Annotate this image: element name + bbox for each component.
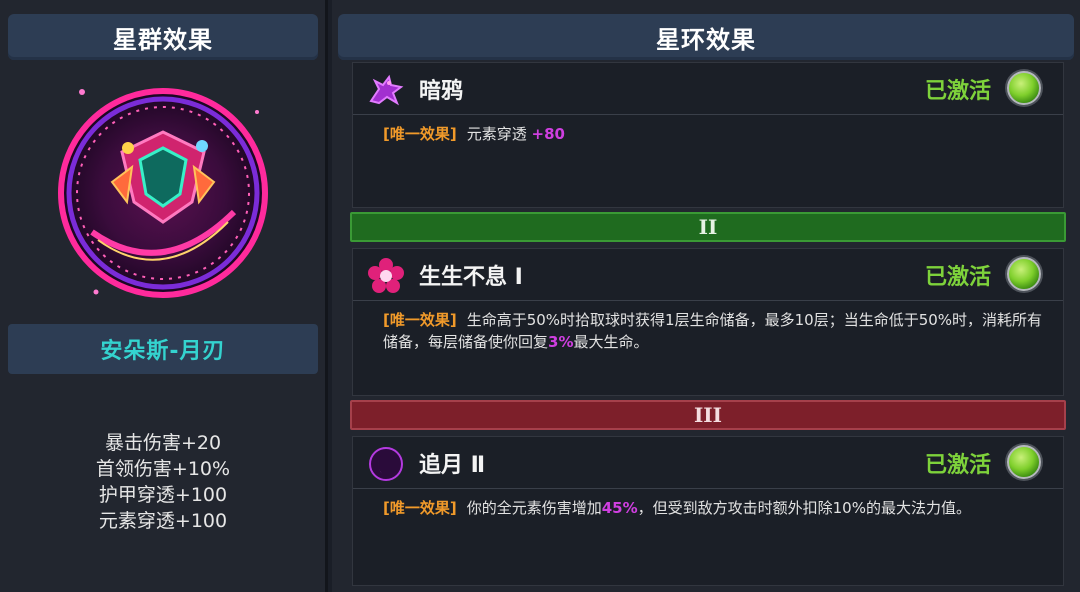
effect-name: 暗鸦 <box>419 79 464 104</box>
desc-highlight: 45% <box>601 499 638 517</box>
effect-status: 已激活 <box>924 79 991 104</box>
raven-icon <box>369 74 404 106</box>
stat-line: 暴击伤害+20 <box>104 432 222 454</box>
unique-effect-tag: [唯一效果] <box>383 311 457 329</box>
stat-line: 首领伤害+10% <box>95 458 231 480</box>
effect-name: 生生不息 Ⅰ <box>419 265 523 290</box>
constellation-emblem-icon[interactable] <box>52 82 274 304</box>
effect-card-header: 追月 Ⅱ 已激活 <box>353 437 1063 489</box>
desc-text: 最大生命。 <box>573 333 649 351</box>
effect-card-raven[interactable]: 暗鸦 已激活 [唯一效果] 元素穿透 +80 <box>352 62 1064 208</box>
active-orb-icon <box>1007 445 1041 479</box>
unique-effect-tag: [唯一效果] <box>383 499 457 517</box>
effect-card-header: 暗鸦 已激活 <box>353 63 1063 115</box>
stat-line: 护甲穿透+100 <box>98 484 228 506</box>
tier-3-divider: III <box>350 400 1066 430</box>
effect-description: [唯一效果] 元素穿透 +80 <box>383 123 1053 145</box>
desc-text: ，但受到敌方攻击时额外扣除10%的最大法力值。 <box>637 499 971 517</box>
constellation-name: 安朵斯-月刃 <box>8 324 318 374</box>
effect-description: [唯一效果] 你的全元素伤害增加45%，但受到敌方攻击时额外扣除10%的最大法力值… <box>383 497 1053 519</box>
effect-card-header: 生生不息 Ⅰ 已激活 <box>353 249 1063 301</box>
desc-highlight: 3% <box>548 333 574 351</box>
effect-name: 追月 Ⅱ <box>419 453 486 478</box>
unique-effect-tag: [唯一效果] <box>383 125 457 143</box>
stat-line: 元素穿透+100 <box>98 510 228 532</box>
effect-card-chasing-moon[interactable]: 追月 Ⅱ 已激活 [唯一效果] 你的全元素伤害增加45%，但受到敌方攻击时额外扣除… <box>352 436 1064 586</box>
effect-status: 已激活 <box>924 265 991 290</box>
effect-card-regeneration[interactable]: 生生不息 Ⅰ 已激活 [唯一效果] 生命高于50%时拾取球时获得1层生命储备，最多… <box>352 248 1064 396</box>
active-orb-icon <box>1007 257 1041 291</box>
desc-text: 元素穿透 <box>466 125 532 143</box>
cluster-stats-list: 暴击伤害+20 首领伤害+10% 护甲穿透+100 元素穿透+100 <box>8 430 318 534</box>
desc-text: 生命高于50%时拾取球时获得1层生命储备，最多10层；当生命低于50%时，消耗所… <box>383 311 1043 351</box>
tier-2-divider: II <box>350 212 1066 242</box>
flower-icon <box>368 258 404 293</box>
ring-effect-panel: 星环效果 暗鸦 已激活 [唯一效果] 元素穿透 +80 II 生生不息 Ⅰ 已激… <box>332 0 1080 592</box>
crescent-moon-icon <box>369 447 403 481</box>
desc-text: 你的全元素伤害增加 <box>466 499 602 517</box>
cluster-effect-panel: 星群效果 安朵斯-月刃 暴击伤害+20 首领伤害+10% 护甲穿透+100 元素… <box>0 0 328 592</box>
cluster-effect-title: 星群效果 <box>8 14 318 60</box>
desc-highlight: +80 <box>531 125 565 143</box>
effect-status: 已激活 <box>924 453 991 478</box>
ring-effect-title: 星环效果 <box>338 14 1074 60</box>
effect-description: [唯一效果] 生命高于50%时拾取球时获得1层生命储备，最多10层；当生命低于50… <box>383 309 1053 353</box>
active-orb-icon <box>1007 71 1041 105</box>
